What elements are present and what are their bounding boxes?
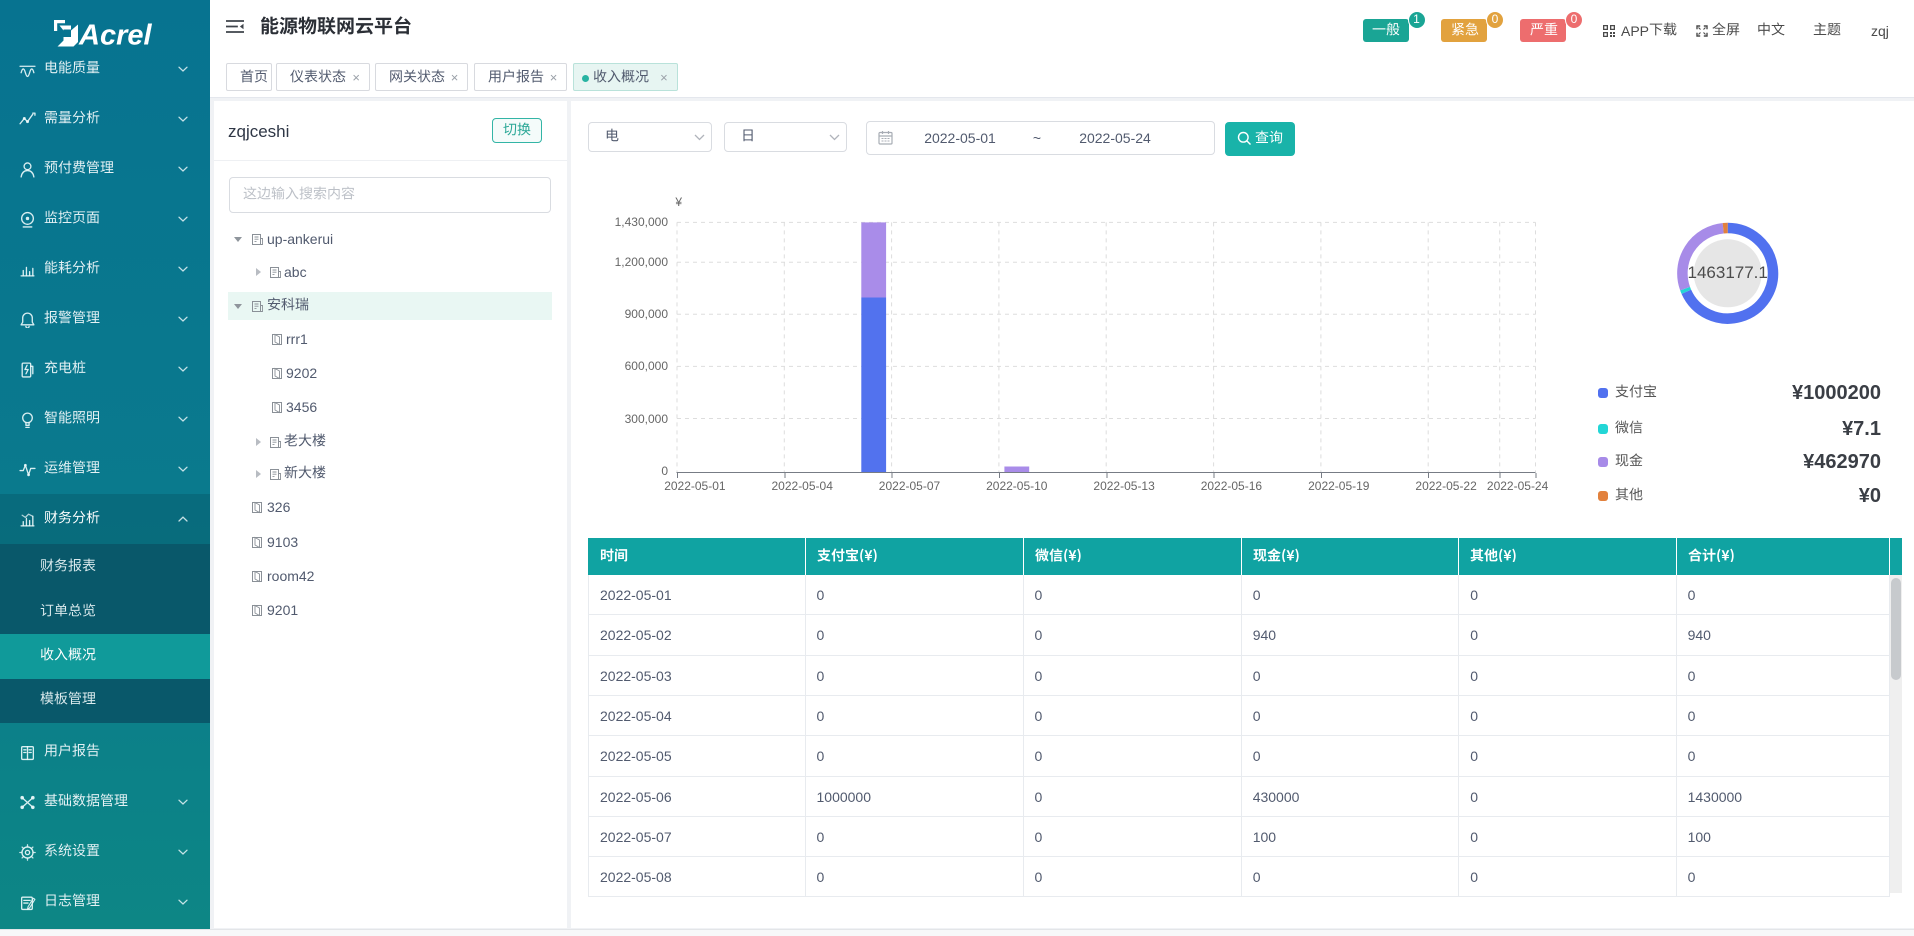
svg-text:Acrel: Acrel — [78, 20, 152, 48]
